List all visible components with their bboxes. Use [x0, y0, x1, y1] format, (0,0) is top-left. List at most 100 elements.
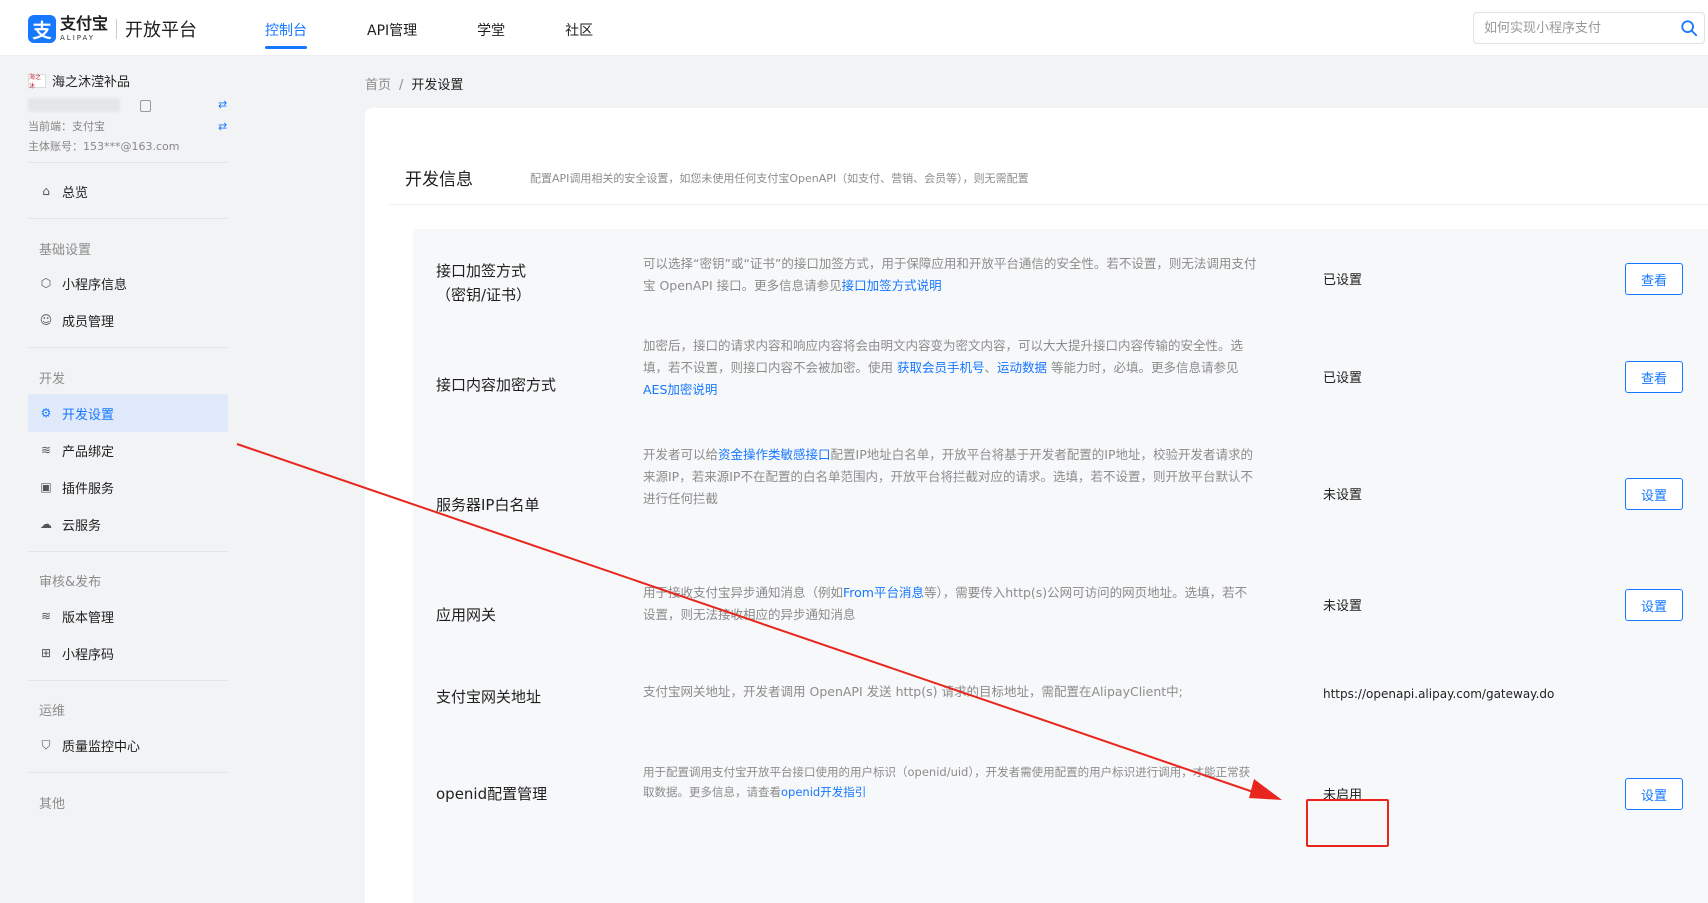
users-icon: ☺: [39, 313, 53, 327]
home-icon: ⌂: [42, 184, 50, 198]
sidebar-item-label: 总览: [62, 185, 89, 201]
sidebar-item-label: 云服务: [62, 518, 102, 534]
sidebar-item-label: 小程序信息: [62, 277, 128, 293]
sidebar: 海之沐 海之沐滢补品 ⇄ 当前端：支付宝 ⇄ 主体账号：153***@163.c…: [0, 57, 250, 903]
app-id-redacted: [28, 98, 120, 112]
sidebar-item-label: 版本管理: [62, 610, 115, 626]
nav-console[interactable]: 控制台: [265, 0, 307, 56]
row-status: https://openapi.alipay.com/gateway.do: [1323, 687, 1555, 701]
doc-link[interactable]: 资金操作类敏感接口: [718, 447, 831, 462]
row-status: 未设置: [1323, 488, 1363, 503]
row-status: 已设置: [1323, 371, 1363, 386]
doc-link[interactable]: 运动数据: [997, 360, 1047, 375]
sidebar-item-versions[interactable]: ≋ 版本管理: [28, 597, 228, 635]
sidebar-group-dev: 开发: [39, 372, 66, 387]
annotation-highlight-box: [1306, 799, 1389, 847]
sidebar-group-ops: 运维: [39, 704, 66, 719]
breadcrumb-home[interactable]: 首页: [365, 78, 391, 93]
doc-link[interactable]: 接口加签方式说明: [842, 278, 942, 293]
doc-link[interactable]: AES加密说明: [643, 382, 717, 397]
row-title-line: 接口加签方式: [436, 262, 527, 280]
configure-button[interactable]: 设置: [1625, 589, 1683, 621]
row-description: 支付宝网关地址，开发者调用 OpenAPI 发送 http(s) 请求的目标地址…: [643, 681, 1258, 703]
doc-link[interactable]: 获取会员手机号: [897, 360, 985, 375]
nav-api-management[interactable]: API管理: [367, 0, 417, 56]
layers-icon: ≋: [40, 609, 52, 623]
row-description: 开发者可以给资金操作类敏感接口配置IP地址白名单，开放平台将基于开发者配置的IP…: [643, 444, 1258, 510]
sidebar-item-members[interactable]: ☺ 成员管理: [28, 301, 228, 339]
sidebar-divider: [28, 680, 228, 681]
row-title: 接口加签方式 （密钥/证书）: [436, 259, 531, 307]
dev-info-panel: 开发信息 配置API调用相关的安全设置，如您未使用任何支付宝OpenAPI（如支…: [365, 108, 1708, 903]
row-title: 应用网关: [436, 603, 496, 627]
row-description: 可以选择“密钥”或“证书”的接口加签方式，用于保障应用和开放平台通信的安全性。若…: [643, 253, 1258, 297]
row-description: 加密后，接口的请求内容和响应内容将会由明文内容变为密文内容，可以大大提升接口内容…: [643, 335, 1258, 401]
logo-en-text: ALIPAY: [60, 34, 96, 42]
description-text: 、: [984, 360, 998, 375]
sidebar-item-label: 质量监控中心: [62, 739, 141, 755]
switch-end-icon[interactable]: ⇄: [218, 118, 227, 136]
row-title: 服务器IP白名单: [436, 493, 539, 517]
settings-icon: ⚙: [40, 406, 52, 420]
row-title: 支付宝网关地址: [436, 685, 541, 709]
sidebar-item-product-binding[interactable]: ≋ 产品绑定: [28, 431, 228, 469]
row-description: 用于接收支付宝异步通知消息（例如From平台消息等），需要传入http(s)公网…: [643, 582, 1258, 626]
sidebar-item-plugins[interactable]: ▣ 插件服务: [28, 468, 228, 506]
sidebar-item-overview[interactable]: ⌂ 总览: [28, 172, 228, 210]
copy-icon[interactable]: [140, 100, 151, 112]
settings-list: 接口加签方式 （密钥/证书） 可以选择“密钥”或“证书”的接口加签方式，用于保障应用…: [413, 229, 1708, 903]
configure-button[interactable]: 设置: [1625, 778, 1683, 810]
sidebar-divider: [28, 162, 228, 163]
description-text: 开发者可以给: [643, 447, 719, 462]
sidebar-group-review: 审核&发布: [39, 575, 102, 590]
current-end-label: 当前端：支付宝: [28, 120, 105, 133]
grid-icon: ⊞: [40, 646, 52, 660]
sidebar-item-dev-settings[interactable]: ⚙ 开发设置: [28, 394, 228, 432]
app-name: 海之沐滢补品: [52, 75, 131, 90]
row-title-line: openid配置管理: [436, 785, 548, 803]
row-title-line: （密钥/证书）: [436, 286, 532, 304]
logo-cn-text: 支付宝: [60, 14, 109, 33]
row-title-line: 支付宝网关地址: [436, 688, 542, 706]
configure-button[interactable]: 设置: [1625, 478, 1683, 510]
nav-academy[interactable]: 学堂: [477, 0, 505, 56]
sidebar-item-qrcode[interactable]: ⊞ 小程序码: [28, 634, 228, 672]
breadcrumb-current: 开发设置: [411, 78, 464, 93]
row-title: 接口内容加密方式: [436, 373, 556, 397]
view-button[interactable]: 查看: [1625, 263, 1683, 295]
sidebar-group-basic: 基础设置: [39, 243, 92, 258]
sidebar-item-cloud[interactable]: ☁ 云服务: [28, 505, 228, 543]
search-icon[interactable]: [1680, 19, 1698, 37]
sidebar-item-quality[interactable]: ⛉ 质量监控中心: [28, 726, 228, 764]
row-title-line: 服务器IP白名单: [436, 496, 540, 514]
cloud-icon: ☁: [40, 517, 52, 531]
doc-link[interactable]: openid开发指引: [781, 785, 866, 799]
plugin-icon: ▣: [40, 480, 52, 494]
sidebar-divider: [28, 772, 228, 773]
view-button[interactable]: 查看: [1625, 361, 1683, 393]
shield-icon: ⛉: [41, 738, 51, 752]
row-status: 已设置: [1323, 273, 1363, 288]
row-title: openid配置管理: [436, 782, 547, 806]
page-title: 开发信息: [405, 170, 473, 190]
doc-link[interactable]: From平台消息: [843, 585, 924, 600]
breadcrumb-separator: /: [399, 78, 404, 93]
sidebar-group-other: 其他: [39, 797, 66, 812]
switch-app-icon[interactable]: ⇄: [218, 98, 227, 111]
row-status: 未设置: [1323, 599, 1363, 614]
avatar: 海之沐: [28, 73, 46, 90]
sidebar-item-label: 开发设置: [62, 407, 115, 423]
panel-header: 开发信息 配置API调用相关的安全设置，如您未使用任何支付宝OpenAPI（如支…: [389, 108, 1708, 205]
search-input[interactable]: [1474, 13, 1664, 43]
sidebar-divider: [28, 551, 228, 552]
description-text: 等能力时，必填。更多信息请参见: [1047, 360, 1239, 375]
sidebar-item-label: 成员管理: [62, 314, 115, 330]
description-text: 支付宝网关地址，开发者调用 OpenAPI 发送 http(s) 请求的目标地址…: [643, 684, 1183, 699]
top-header: 支 支付宝 ALIPAY 开放平台 控制台 API管理 学堂 社区: [0, 0, 1708, 56]
nav-community[interactable]: 社区: [565, 0, 593, 56]
main-account-label: 主体账号：153***@163.com: [28, 140, 180, 153]
alipay-logo[interactable]: 支 支付宝 ALIPAY 开放平台: [28, 15, 197, 43]
description-text: 用于接收支付宝异步通知消息（例如: [643, 585, 844, 600]
sidebar-item-miniapp-info[interactable]: ⬡ 小程序信息: [28, 264, 228, 302]
platform-name: 开放平台: [125, 20, 198, 41]
